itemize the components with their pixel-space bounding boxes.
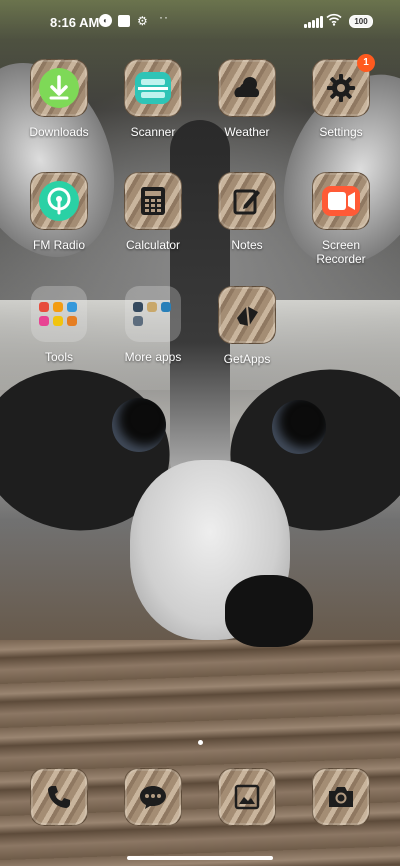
page-indicator — [0, 732, 400, 750]
wallpaper-nose — [225, 575, 313, 647]
app-label: GetApps — [223, 352, 271, 366]
more-notifications-icon: ·· — [159, 10, 169, 24]
dock-camera[interactable] — [301, 768, 381, 826]
notes-icon — [218, 172, 276, 230]
app-label: More apps — [124, 350, 182, 364]
gear-icon: 1 — [312, 54, 375, 117]
folder-icon — [31, 286, 87, 342]
app-label: Screen Recorder — [316, 238, 366, 266]
wallpaper-log — [0, 640, 400, 866]
app-screen-recorder[interactable]: Screen Recorder — [301, 172, 381, 266]
weather-icon — [218, 59, 276, 117]
dock-gallery[interactable] — [207, 768, 287, 826]
camera-icon — [312, 768, 370, 826]
battery-indicator: 100 — [349, 15, 373, 28]
app-label: Scanner — [130, 125, 176, 139]
status-bar: 8:16 AM ◐ ⚙ ·· 100 — [0, 0, 400, 44]
calculator-icon — [124, 172, 182, 230]
app-label: Tools — [44, 350, 73, 364]
notification-app-icon: ◐ — [99, 14, 112, 27]
home-indicator[interactable] — [127, 856, 273, 860]
app-label: Downloads — [29, 125, 89, 139]
scanner-icon — [124, 59, 182, 117]
folder-tools[interactable]: Tools — [19, 286, 99, 364]
gallery-icon — [218, 768, 276, 826]
app-label: Notes — [231, 238, 263, 252]
messages-icon — [124, 768, 182, 826]
getapps-icon — [218, 286, 276, 344]
wifi-icon — [326, 13, 342, 26]
app-getapps[interactable]: GetApps — [207, 286, 287, 366]
app-calculator[interactable]: Calculator — [113, 172, 193, 252]
notification-badge: 1 — [357, 54, 375, 72]
wallpaper-eye-left — [112, 398, 166, 452]
app-fm-radio[interactable]: FM Radio — [19, 172, 99, 252]
phone-icon — [30, 768, 88, 826]
dock-phone[interactable] — [19, 768, 99, 826]
app-label: Settings — [319, 125, 363, 139]
app-label: Calculator — [125, 238, 181, 252]
folder-icon — [125, 286, 181, 342]
app-downloads[interactable]: Downloads — [19, 59, 99, 139]
page-dot-active — [197, 740, 203, 745]
app-settings[interactable]: 1 Settings — [301, 54, 381, 139]
clock: 8:16 AM — [50, 15, 100, 30]
dock-messages[interactable] — [113, 768, 193, 826]
download-icon — [30, 59, 88, 117]
wallpaper-eye-right — [272, 400, 326, 454]
app-weather[interactable]: Weather — [207, 59, 287, 139]
screen-recorder-icon — [312, 172, 370, 230]
signal-icon — [304, 16, 323, 28]
app-notes[interactable]: Notes — [207, 172, 287, 252]
radio-icon — [30, 172, 88, 230]
notification-square-icon — [118, 15, 130, 27]
notification-gear-icon: ⚙ — [137, 14, 148, 28]
folder-more-apps[interactable]: More apps — [113, 286, 193, 364]
app-scanner[interactable]: Scanner — [113, 59, 193, 139]
app-label: FM Radio — [32, 238, 85, 252]
app-label: Weather — [224, 125, 270, 139]
